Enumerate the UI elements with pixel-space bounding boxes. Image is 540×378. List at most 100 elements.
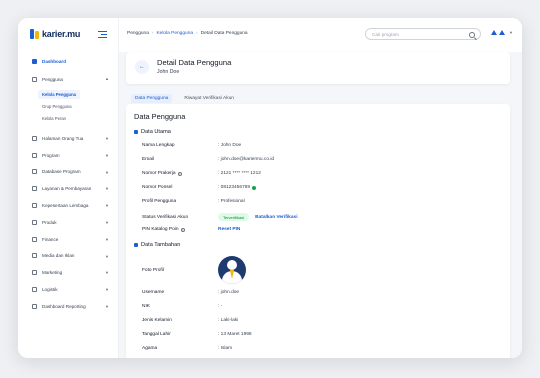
- field-row: Jenis Kelamin : Laki-laki: [142, 318, 238, 323]
- arrow-left-icon: ←: [139, 64, 145, 70]
- logistics-icon: [32, 287, 37, 293]
- sidebar-item-dashboard-reporting[interactable]: Dashboard Reporting ▼: [18, 298, 119, 315]
- cancel-verification-button[interactable]: Batalkan Verifikasi: [255, 215, 297, 220]
- section-title: Data Tambahan: [134, 242, 180, 248]
- chevron-down-icon: ▼: [105, 219, 109, 225]
- field-label: Username: [142, 290, 165, 295]
- payment-icon: [32, 186, 37, 192]
- field-row: Nama Lengkap : John Doe: [142, 143, 241, 148]
- user-avatar-icon: [499, 30, 505, 35]
- chevron-down-icon: ▼: [105, 287, 109, 293]
- sidebar-item-label: Pengguna: [42, 76, 63, 82]
- field-row: Foto Profil: [142, 256, 246, 284]
- parent-icon: [32, 135, 37, 141]
- marketing-icon: [32, 270, 37, 276]
- menu-toggle-icon[interactable]: [98, 31, 107, 38]
- institution-icon: [32, 203, 37, 209]
- sidebar-item-logistik[interactable]: Logistik ▼: [18, 281, 119, 298]
- database-icon: [32, 169, 37, 175]
- field-row: NIK : -: [142, 304, 222, 309]
- topbar: Pengguna › Kelola Pengguna › Detail Data…: [119, 18, 522, 52]
- field-label-wrap: PIN Katalog Poin i: [142, 227, 218, 232]
- content-area: ← Detail Data Pengguna John Doe Data Pen…: [119, 52, 522, 358]
- field-row: Agama : Islam: [142, 346, 232, 351]
- field-row: Nomor Prakerja i : 2121 **** **** 1212: [142, 171, 261, 176]
- info-icon[interactable]: i: [180, 227, 185, 232]
- field-label: Nomor Prakerja: [142, 171, 176, 176]
- media-icon: [32, 253, 37, 259]
- sidebar-item-media-iklan[interactable]: Media dan Iklan ▼: [18, 248, 119, 265]
- user-avatar-icon: [491, 30, 497, 35]
- search-icon[interactable]: [469, 31, 475, 38]
- chevron-right-icon: ›: [151, 31, 154, 36]
- info-icon[interactable]: i: [177, 171, 182, 176]
- search-placeholder: Cari program: [372, 31, 399, 37]
- card-title: Data Pengguna: [134, 112, 186, 121]
- sidebar-subitem-grup-pengguna[interactable]: Grup Pengguna: [18, 100, 119, 112]
- sidebar-item-label: Logistik: [42, 287, 58, 293]
- sidebar-item-label: Produk: [42, 219, 57, 225]
- field-row: PIN Katalog Poin i Reset PIN: [142, 227, 240, 232]
- sidebar-item-label: Marketing: [42, 270, 63, 276]
- field-label: Tanggal Lahir: [142, 332, 171, 337]
- tab-riwayat-verifikasi[interactable]: Riwayat Verifikasi Akun: [180, 94, 238, 103]
- field-row: Nomor Ponsel : 08123456789: [142, 185, 257, 190]
- sidebar-item-program[interactable]: Program ▼: [18, 147, 119, 164]
- logo[interactable]: karier.mu: [30, 29, 80, 39]
- field-value: : 13 Maret 1998: [218, 332, 252, 337]
- reset-pin-button[interactable]: Reset PIN: [218, 227, 240, 232]
- app-window: karier.mu Dashboard Pengguna ▲ Kelola Pe…: [18, 18, 522, 358]
- page-subtitle: John Doe: [157, 69, 180, 75]
- tab-data-pengguna[interactable]: Data Pengguna: [131, 94, 173, 103]
- verified-check-icon: [252, 185, 257, 190]
- sidebar-item-label: Kepesertaan Lembaga: [42, 203, 89, 209]
- field-label: NIK: [142, 304, 150, 309]
- user-menu[interactable]: ▼: [491, 30, 513, 35]
- sidebar-item-pengguna[interactable]: Pengguna ▲: [18, 70, 119, 88]
- sidebar-item-kepesertaan-lembaga[interactable]: Kepesertaan Lembaga ▼: [18, 197, 119, 214]
- field-value: : john.doe@kariermu.co.id: [218, 157, 275, 162]
- sidebar: karier.mu Dashboard Pengguna ▲ Kelola Pe…: [18, 18, 119, 358]
- sidebar-item-halaman-orang-tua[interactable]: Halaman Orang Tua ▼: [18, 130, 119, 147]
- field-value: : 2121 **** **** 1212: [218, 171, 261, 176]
- section-icon: [134, 243, 138, 247]
- profile-photo: [218, 256, 246, 284]
- chevron-down-icon: ▼: [105, 236, 109, 242]
- field-value: : Profesional: [218, 199, 245, 204]
- chevron-down-icon: ▼: [105, 186, 109, 192]
- field-row: Tanggal Lahir : 13 Maret 1998: [142, 332, 252, 337]
- breadcrumb-item[interactable]: Pengguna: [127, 31, 149, 36]
- field-label: Agama: [142, 346, 158, 351]
- sidebar-subitem-kelola-peran[interactable]: Kelola Peran: [18, 112, 119, 124]
- sidebar-nav: Dashboard Pengguna ▲ Kelola Pengguna Gru…: [18, 52, 119, 315]
- logo-text: karier.mu: [42, 29, 81, 39]
- breadcrumb-item[interactable]: Kelola Pengguna: [156, 31, 193, 36]
- sidebar-item-finance[interactable]: Finance ▼: [18, 231, 119, 248]
- chevron-down-icon: ▼: [105, 152, 109, 158]
- users-icon: [32, 76, 37, 82]
- chevron-down-icon: ▼: [105, 303, 109, 309]
- sidebar-subitem-kelola-pengguna[interactable]: Kelola Pengguna: [18, 88, 119, 100]
- logo-icon: [30, 29, 39, 39]
- field-label: PIN Katalog Poin: [142, 227, 179, 232]
- sidebar-item-label: Database Program: [42, 169, 81, 175]
- sidebar-item-label: Media dan Iklan: [42, 253, 75, 259]
- field-value: : john.doe: [218, 290, 240, 295]
- breadcrumb: Pengguna › Kelola Pengguna › Detail Data…: [127, 31, 248, 36]
- sidebar-item-marketing[interactable]: Marketing ▼: [18, 264, 119, 281]
- field-label: Foto Profil: [142, 267, 164, 273]
- breadcrumb-current: Detail Data Pengguna: [200, 31, 248, 36]
- sidebar-item-dashboard[interactable]: Dashboard: [18, 52, 119, 70]
- field-value: : Laki-laki: [218, 318, 239, 323]
- user-detail-card: Data Pengguna Data Utama Nama Lengkap : …: [126, 104, 510, 358]
- field-value: : -: [218, 304, 223, 309]
- sidebar-item-label: Layanan & Pembayaran: [42, 186, 92, 192]
- sidebar-item-produk[interactable]: Produk ▼: [18, 214, 119, 231]
- sidebar-item-layanan-pembayaran[interactable]: Layanan & Pembayaran ▼: [18, 180, 119, 197]
- search-input[interactable]: Cari program: [365, 28, 481, 40]
- section-title-text: Data Tambahan: [141, 242, 181, 248]
- field-value: : 08123456789: [218, 185, 251, 190]
- sidebar-item-database-program[interactable]: Database Program ▼: [18, 164, 119, 181]
- field-row: Profil Pengguna : Profesional: [142, 199, 245, 204]
- back-button[interactable]: ←: [135, 60, 149, 74]
